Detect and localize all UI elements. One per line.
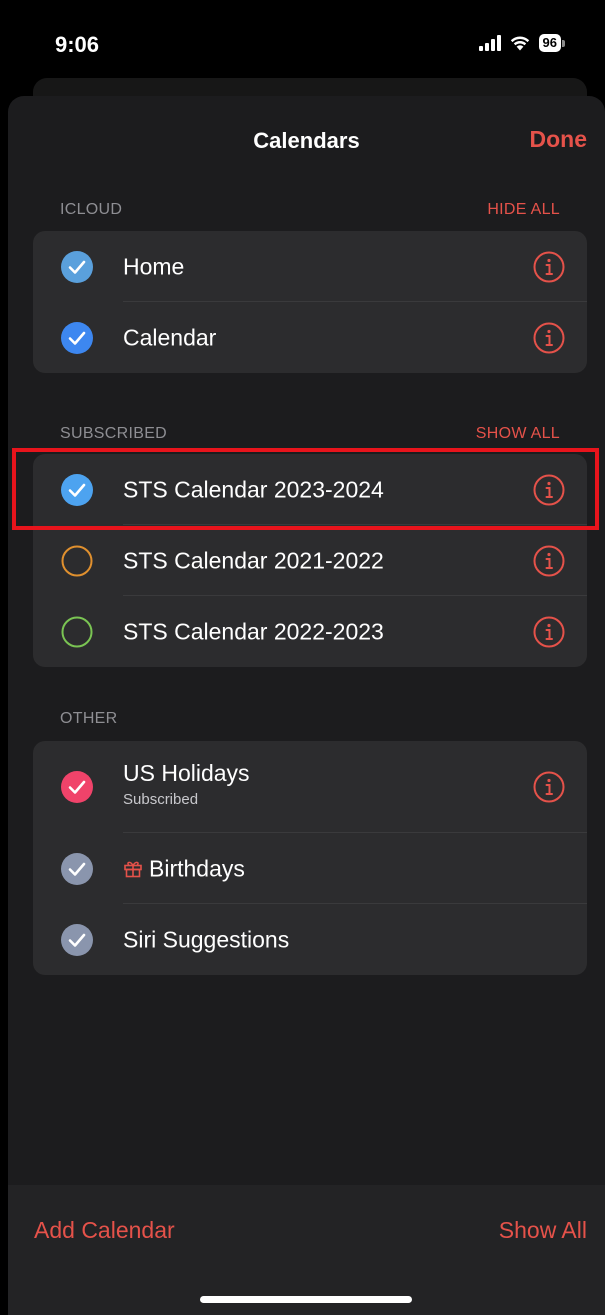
- calendar-label: STS Calendar 2021-2022: [123, 547, 384, 573]
- status-icons: 96: [478, 34, 565, 52]
- calendar-row-us-holidays[interactable]: US Holidays Subscribed: [33, 741, 587, 833]
- checkmark-icon[interactable]: [61, 852, 93, 885]
- hide-all-button[interactable]: HIDE ALL: [487, 201, 560, 219]
- unchecked-circle-icon[interactable]: [61, 616, 93, 648]
- wifi-icon: [510, 36, 529, 51]
- info-icon[interactable]: [533, 545, 565, 577]
- calendar-label: Birthdays: [149, 855, 245, 881]
- section-label-subscribed: SUBSCRIBED: [60, 425, 168, 442]
- info-icon[interactable]: [533, 251, 565, 283]
- home-indicator[interactable]: [200, 1296, 412, 1303]
- calendar-row-calendar[interactable]: Calendar: [33, 302, 587, 373]
- section-label-icloud: ICLOUD: [60, 201, 123, 218]
- done-button[interactable]: Done: [530, 126, 588, 153]
- other-group: US Holidays Subscribed Birthdays Siri Su…: [33, 741, 587, 975]
- battery-icon: 96: [538, 34, 565, 52]
- gift-icon: [124, 861, 142, 877]
- page-title: Calendars: [253, 128, 360, 153]
- checkmark-icon[interactable]: [61, 923, 93, 956]
- sheet-header: Calendars Done: [8, 96, 605, 186]
- calendar-label: Home: [123, 253, 185, 279]
- checkmark-icon[interactable]: [61, 321, 93, 354]
- cellular-signal-icon: [478, 35, 501, 51]
- calendar-label: STS Calendar 2023-2024: [123, 476, 384, 502]
- calendars-sheet: Calendars Done ICLOUD HIDE ALL Home Cale…: [8, 96, 605, 1315]
- status-bar: 9:06 96: [0, 0, 605, 80]
- calendar-row-sts-2022-2023[interactable]: STS Calendar 2022-2023: [33, 596, 587, 667]
- calendar-label: US Holidays: [123, 760, 250, 786]
- info-icon[interactable]: [533, 616, 565, 648]
- calendar-label-wrap: Birthdays: [123, 855, 245, 882]
- calendar-label: STS Calendar 2022-2023: [123, 618, 384, 644]
- battery-level: 96: [538, 34, 561, 52]
- checkmark-icon[interactable]: [61, 473, 93, 506]
- calendar-row-birthdays[interactable]: Birthdays: [33, 833, 587, 904]
- section-label-other: OTHER: [60, 710, 118, 727]
- calendar-row-sts-2023-2024[interactable]: STS Calendar 2023-2024: [33, 454, 587, 525]
- calendar-row-sts-2021-2022[interactable]: STS Calendar 2021-2022: [33, 525, 587, 596]
- subscribed-group: STS Calendar 2023-2024 STS Calendar 2021…: [33, 454, 587, 667]
- info-icon[interactable]: [533, 771, 565, 803]
- calendar-row-siri-suggestions[interactable]: Siri Suggestions: [33, 904, 587, 975]
- show-all-button[interactable]: Show All: [499, 1217, 587, 1244]
- add-calendar-button[interactable]: Add Calendar: [34, 1217, 175, 1244]
- checkmark-icon[interactable]: [61, 250, 93, 283]
- calendar-label: Calendar: [123, 324, 217, 350]
- checkmark-icon[interactable]: [61, 771, 93, 803]
- calendar-label-stack: US Holidays Subscribed: [123, 759, 250, 808]
- calendar-sublabel: Subscribed: [123, 791, 199, 808]
- icloud-group: Home Calendar: [33, 231, 587, 373]
- status-time: 9:06: [55, 32, 100, 57]
- info-icon[interactable]: [533, 322, 565, 354]
- unchecked-circle-icon[interactable]: [61, 545, 93, 577]
- info-icon[interactable]: [533, 474, 565, 506]
- calendars-screen: 9:06 96 Calendars Done ICLOUD HIDE ALL H…: [0, 0, 605, 1315]
- calendar-row-home[interactable]: Home: [33, 231, 587, 302]
- calendar-label: Siri Suggestions: [123, 926, 290, 952]
- show-all-subscribed-button[interactable]: SHOW ALL: [476, 425, 560, 443]
